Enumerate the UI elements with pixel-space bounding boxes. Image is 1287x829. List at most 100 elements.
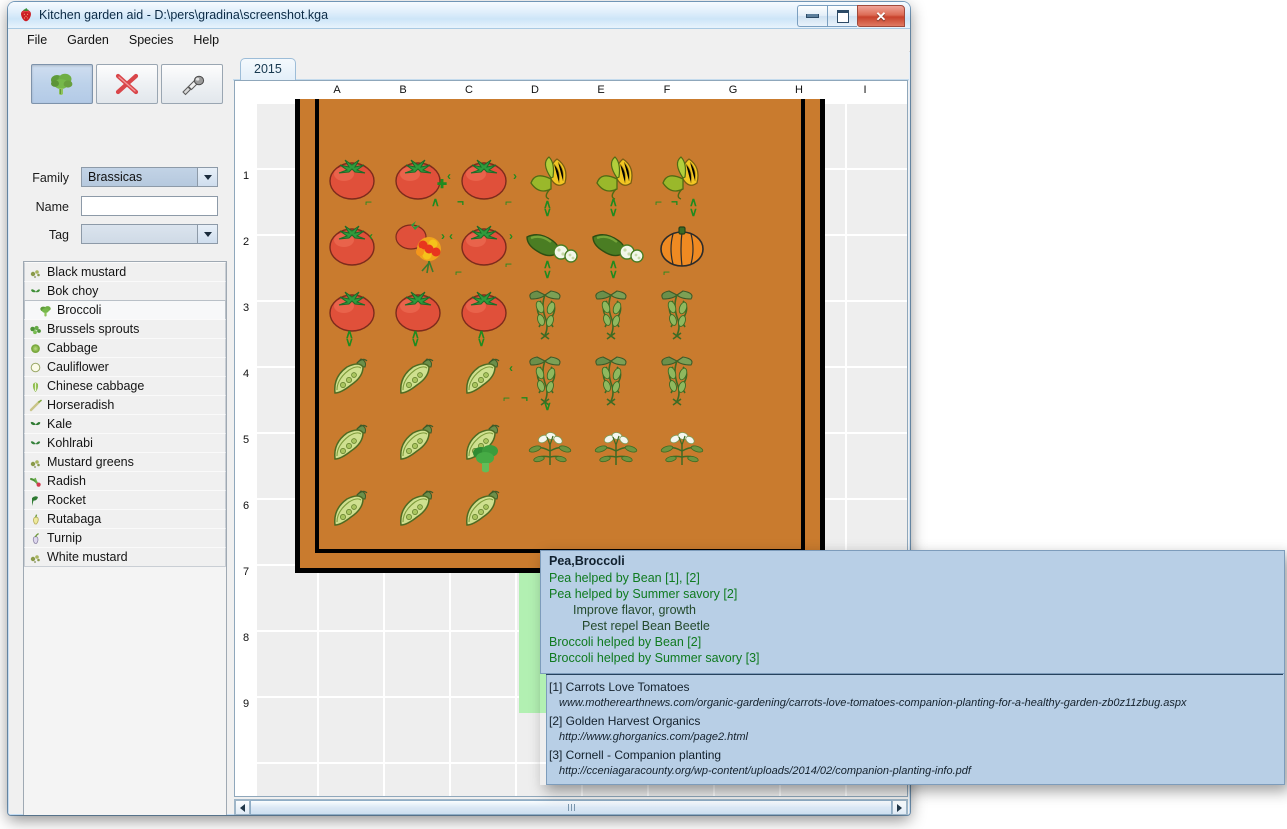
tag-row: Tag (9, 224, 231, 246)
scroll-track[interactable] (250, 800, 892, 815)
species-list-item[interactable]: Cabbage (24, 338, 226, 358)
row-header-7[interactable]: 7 (235, 566, 257, 579)
species-list-item[interactable]: Rocket (24, 490, 226, 510)
garden-plant-pea[interactable] (385, 475, 451, 541)
menubar: File Garden Species Help (9, 29, 910, 52)
garden-plant-marigold[interactable] (385, 211, 451, 277)
garden-plant-bean[interactable] (583, 343, 649, 409)
column-header-row: ABCDEFGHI (235, 81, 907, 99)
menu-help[interactable]: Help (183, 31, 229, 50)
garden-plant-bean[interactable] (583, 277, 649, 343)
tooltip-reference-url[interactable]: www.motherearthnews.com/organic-gardenin… (559, 697, 1187, 709)
close-button[interactable]: ✕ (857, 5, 905, 27)
species-list-item[interactable]: Horseradish (24, 395, 226, 415)
column-header-F[interactable]: F (634, 81, 700, 99)
tooltip-relation: Pea helped by Summer savory [2] (549, 587, 738, 601)
family-combo[interactable]: Brassicas (81, 167, 218, 187)
species-list-item[interactable]: White mustard (24, 547, 226, 567)
scroll-thumb[interactable] (250, 800, 892, 815)
species-list-item[interactable]: Cauliflower (24, 357, 226, 377)
companion-marker-icon: ‹ (509, 361, 513, 375)
column-header-I[interactable]: I (832, 81, 898, 99)
species-list-item-label: Kale (47, 417, 73, 431)
column-header-A[interactable]: A (304, 81, 370, 99)
garden-plant-pea[interactable] (385, 343, 451, 409)
garden-plant-pea[interactable] (385, 409, 451, 475)
family-chevron-down-icon[interactable] (197, 168, 217, 186)
companion-marker-icon: ⌐ (365, 195, 373, 209)
tooltip-reference-title: [1] Carrots Love Tomatoes (549, 680, 690, 694)
species-list-item[interactable]: Chinese cabbage (24, 376, 226, 396)
plant-tool-button[interactable] (31, 64, 93, 104)
garden-plant-pumpkin[interactable] (649, 211, 715, 277)
species-list[interactable]: Black mustard Bok choy Broccoli Brussels sp… (23, 261, 227, 815)
name-input[interactable] (81, 196, 218, 216)
garden-plant-bean[interactable] (649, 277, 715, 343)
column-header-D[interactable]: D (502, 81, 568, 99)
species-list-item[interactable]: Black mustard (24, 262, 226, 282)
species-list-item[interactable]: Radish (24, 471, 226, 491)
cabbage-icon (29, 342, 42, 355)
maximize-icon (836, 9, 849, 23)
leafy-green-icon (29, 285, 42, 298)
garden-plant-bean[interactable] (649, 343, 715, 409)
row-header-2[interactable]: 2 (235, 236, 257, 249)
companion-marker-icon: ¬ (521, 391, 529, 405)
garden-plant-savory[interactable] (649, 409, 715, 475)
species-list-item-label: Horseradish (47, 398, 115, 412)
tag-combo[interactable] (81, 224, 218, 244)
window-buttons: ✕ (797, 5, 905, 27)
garden-plant-tomato[interactable] (319, 145, 385, 211)
companion-marker-icon: ∨ (609, 205, 618, 219)
column-header-H[interactable]: H (766, 81, 832, 99)
column-header-B[interactable]: B (370, 81, 436, 99)
horizontal-scrollbar[interactable] (234, 799, 908, 815)
garden-plant-tomato[interactable] (319, 211, 385, 277)
garden-plant-bean[interactable] (517, 277, 583, 343)
garden-plant-savory[interactable] (583, 409, 649, 475)
column-header-G[interactable]: G (700, 81, 766, 99)
species-list-item[interactable]: Kohlrabi (24, 433, 226, 453)
row-header-6[interactable]: 6 (235, 500, 257, 513)
tag-chevron-down-icon[interactable] (197, 225, 217, 243)
mustard-sprig-icon (29, 266, 42, 279)
maximize-button[interactable] (827, 5, 857, 27)
garden-plant-savory[interactable] (517, 409, 583, 475)
companion-marker-icon: ∨ (609, 267, 618, 281)
species-list-item[interactable]: Bok choy (24, 281, 226, 301)
garden-plant-pea[interactable] (319, 475, 385, 541)
row-header-3[interactable]: 3 (235, 302, 257, 315)
row-header-1[interactable]: 1 (235, 170, 257, 183)
scroll-right-button[interactable] (892, 800, 907, 815)
scroll-left-button[interactable] (235, 800, 250, 815)
picker-tool-button[interactable] (161, 64, 223, 104)
menu-species[interactable]: Species (119, 31, 183, 50)
window-titlebar[interactable]: Kitchen garden aid - D:\pers\gradina\scr… (8, 2, 910, 29)
species-list-item-label: Brussels sprouts (47, 322, 140, 336)
tooltip-relation: Pea helped by Bean [1], [2] (549, 571, 700, 585)
menu-file[interactable]: File (17, 31, 57, 50)
window-title: Kitchen garden aid - D:\pers\gradina\scr… (39, 8, 329, 22)
column-header-C[interactable]: C (436, 81, 502, 99)
species-list-item[interactable]: Broccoli (24, 300, 226, 320)
menu-garden[interactable]: Garden (57, 31, 119, 50)
row-header-5[interactable]: 5 (235, 434, 257, 447)
row-header-9[interactable]: 9 (235, 698, 257, 711)
species-list-item[interactable]: Mustard greens (24, 452, 226, 472)
delete-tool-button[interactable] (96, 64, 158, 104)
garden-plant-pea[interactable] (319, 343, 385, 409)
row-header-8[interactable]: 8 (235, 632, 257, 645)
tooltip-reference-url[interactable]: http://cceniagaracounty.org/wp-content/u… (559, 765, 971, 777)
tab-2015[interactable]: 2015 (240, 58, 296, 80)
row-header-4[interactable]: 4 (235, 368, 257, 381)
species-list-item[interactable]: Rutabaga (24, 509, 226, 529)
garden-plant-pea[interactable] (319, 409, 385, 475)
species-list-item[interactable]: Brussels sprouts (24, 319, 226, 339)
tooltip-reference-url[interactable]: http://www.ghorganics.com/page2.html (559, 731, 748, 743)
garden-plant-pea[interactable] (451, 475, 517, 541)
species-list-item[interactable]: Turnip (24, 528, 226, 548)
column-header-E[interactable]: E (568, 81, 634, 99)
species-list-item[interactable]: Kale (24, 414, 226, 434)
minimize-button[interactable] (797, 5, 827, 27)
tooltip-relation-detail: Improve flavor, growth (573, 603, 696, 617)
